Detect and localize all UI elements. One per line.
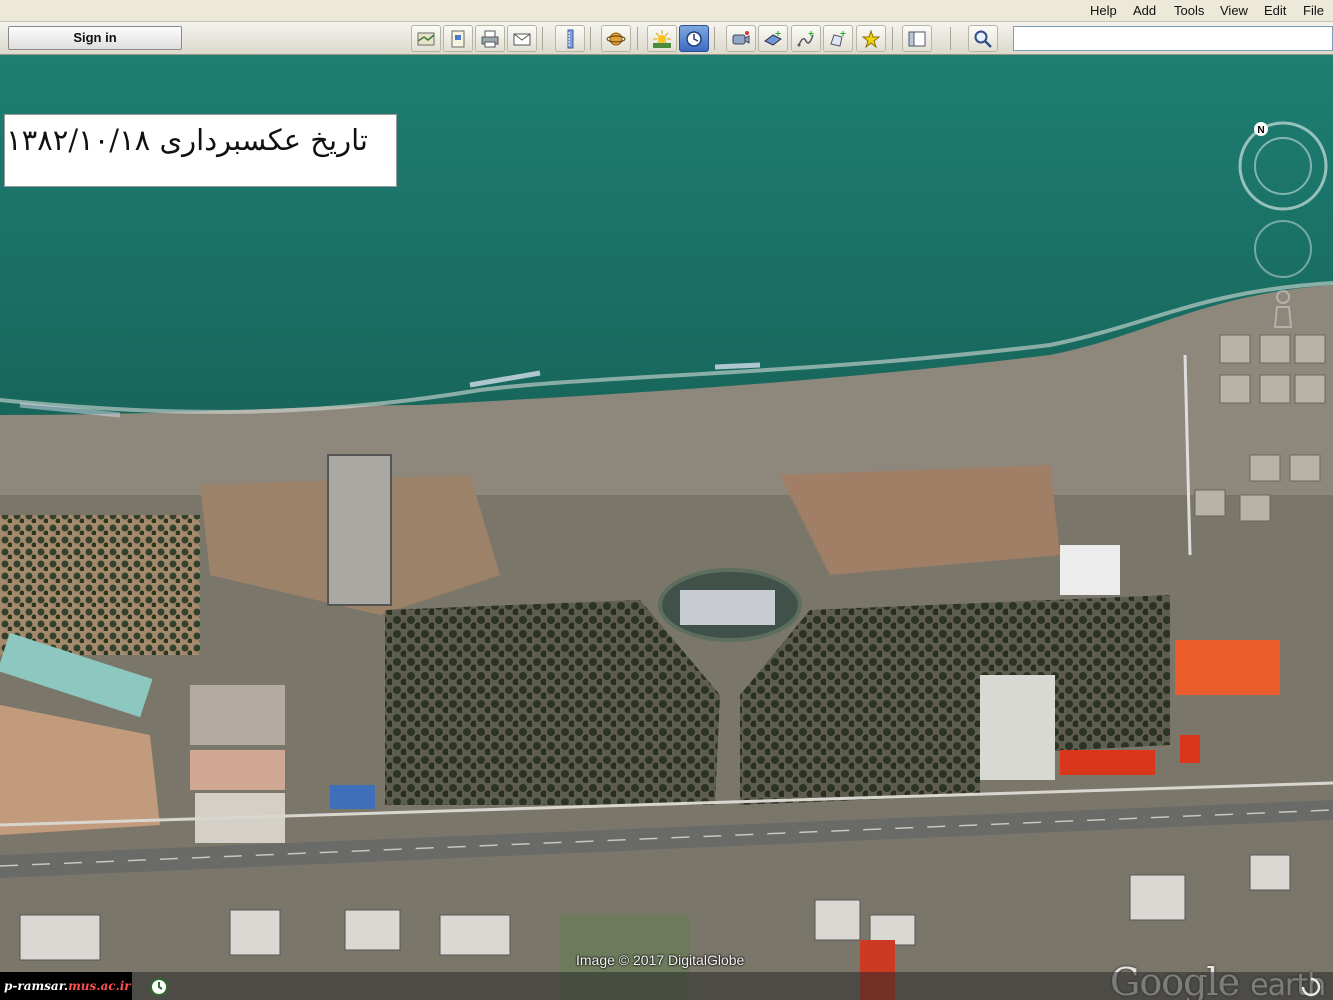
print-icon	[481, 30, 499, 47]
imagery-attribution: Image © 2017 DigitalGlobe	[576, 952, 745, 968]
historical-imagery-button[interactable]	[679, 25, 709, 52]
menu-edit[interactable]: Edit	[1264, 3, 1286, 18]
hide-sidebar-button[interactable]	[902, 25, 932, 52]
watermark-domain: mus.ac.ir	[68, 979, 131, 993]
menu-bar: File Edit View Tools Add Help	[0, 0, 1333, 22]
add-image-overlay-button[interactable]	[758, 25, 788, 52]
capture-date-label: تاریخ عکسبرداری ۱۳۸۲/۱۰/۱۸	[4, 114, 397, 187]
capture-date-text: تاریخ عکسبرداری ۱۳۸۲/۱۰/۱۸	[6, 123, 368, 157]
ruler-button[interactable]	[555, 25, 585, 52]
toolbar: Sign in	[0, 22, 1333, 55]
compass-letter: N	[1257, 125, 1264, 136]
historical-imagery-status-icon[interactable]	[148, 976, 170, 998]
add-polygon-button[interactable]	[823, 25, 853, 52]
north-indicator-icon[interactable]: N	[1254, 122, 1268, 136]
menu-view[interactable]: View	[1220, 3, 1248, 18]
search-button[interactable]	[968, 25, 998, 52]
email-icon	[513, 33, 531, 45]
menu-add[interactable]: Add	[1133, 3, 1156, 18]
email-button[interactable]	[507, 25, 537, 52]
add-placemark-icon	[861, 28, 881, 48]
save-image-button[interactable]	[443, 25, 473, 52]
sunlight-icon	[653, 29, 671, 48]
toolbar-separator	[637, 27, 638, 50]
toolbar-separator	[590, 27, 591, 50]
ruler-icon	[567, 29, 574, 48]
toolbar-separator	[542, 27, 543, 50]
record-tour-button[interactable]	[726, 25, 756, 52]
view-in-maps-button[interactable]	[411, 25, 441, 52]
switch-planet-button[interactable]	[601, 25, 631, 52]
navigation-controls: N	[1232, 117, 1332, 347]
print-button[interactable]	[475, 25, 505, 52]
menu-file[interactable]: File	[1303, 3, 1324, 18]
menu-tools[interactable]: Tools	[1174, 3, 1204, 18]
record-tour-icon	[732, 30, 750, 44]
add-path-icon	[797, 30, 814, 46]
save-image-icon	[451, 30, 465, 47]
street-view-pegman-icon[interactable]	[1273, 290, 1293, 328]
add-placemark-button[interactable]	[856, 25, 886, 52]
compass-ring[interactable]	[1238, 121, 1328, 211]
toolbar-separator	[714, 27, 715, 50]
satellite-imagery	[0, 55, 1333, 1000]
search-input[interactable]	[1013, 26, 1333, 51]
switch-planet-icon	[606, 32, 626, 45]
add-path-button[interactable]	[791, 25, 821, 52]
toolbar-separator	[892, 27, 893, 50]
historical-imagery-icon	[686, 30, 702, 47]
satellite-map-view[interactable]: تاریخ عکسبرداری ۱۳۸۲/۱۰/۱۸ N Image © 201…	[0, 55, 1333, 1000]
look-joystick[interactable]	[1254, 220, 1312, 278]
status-bar	[132, 972, 1333, 1000]
menu-help[interactable]: Help	[1090, 3, 1117, 18]
add-polygon-icon	[830, 30, 846, 47]
sign-in-button[interactable]: Sign in	[8, 26, 182, 50]
search-icon	[974, 30, 992, 48]
navigation-controls-graphic: N	[1238, 121, 1328, 328]
view-in-maps-icon	[417, 32, 435, 45]
hide-sidebar-icon	[908, 31, 926, 46]
watermark-prefix: p-ramsar.	[4, 979, 69, 993]
source-watermark: p-ramsar.mus.ac.ir	[0, 972, 132, 1000]
toolbar-separator	[950, 27, 951, 50]
google-earth-window: File Edit View Tools Add Help Sign in تا…	[0, 0, 1333, 1000]
sunlight-button[interactable]	[647, 25, 677, 52]
loading-spinner-icon	[1301, 977, 1321, 997]
add-image-overlay-icon	[764, 30, 782, 46]
